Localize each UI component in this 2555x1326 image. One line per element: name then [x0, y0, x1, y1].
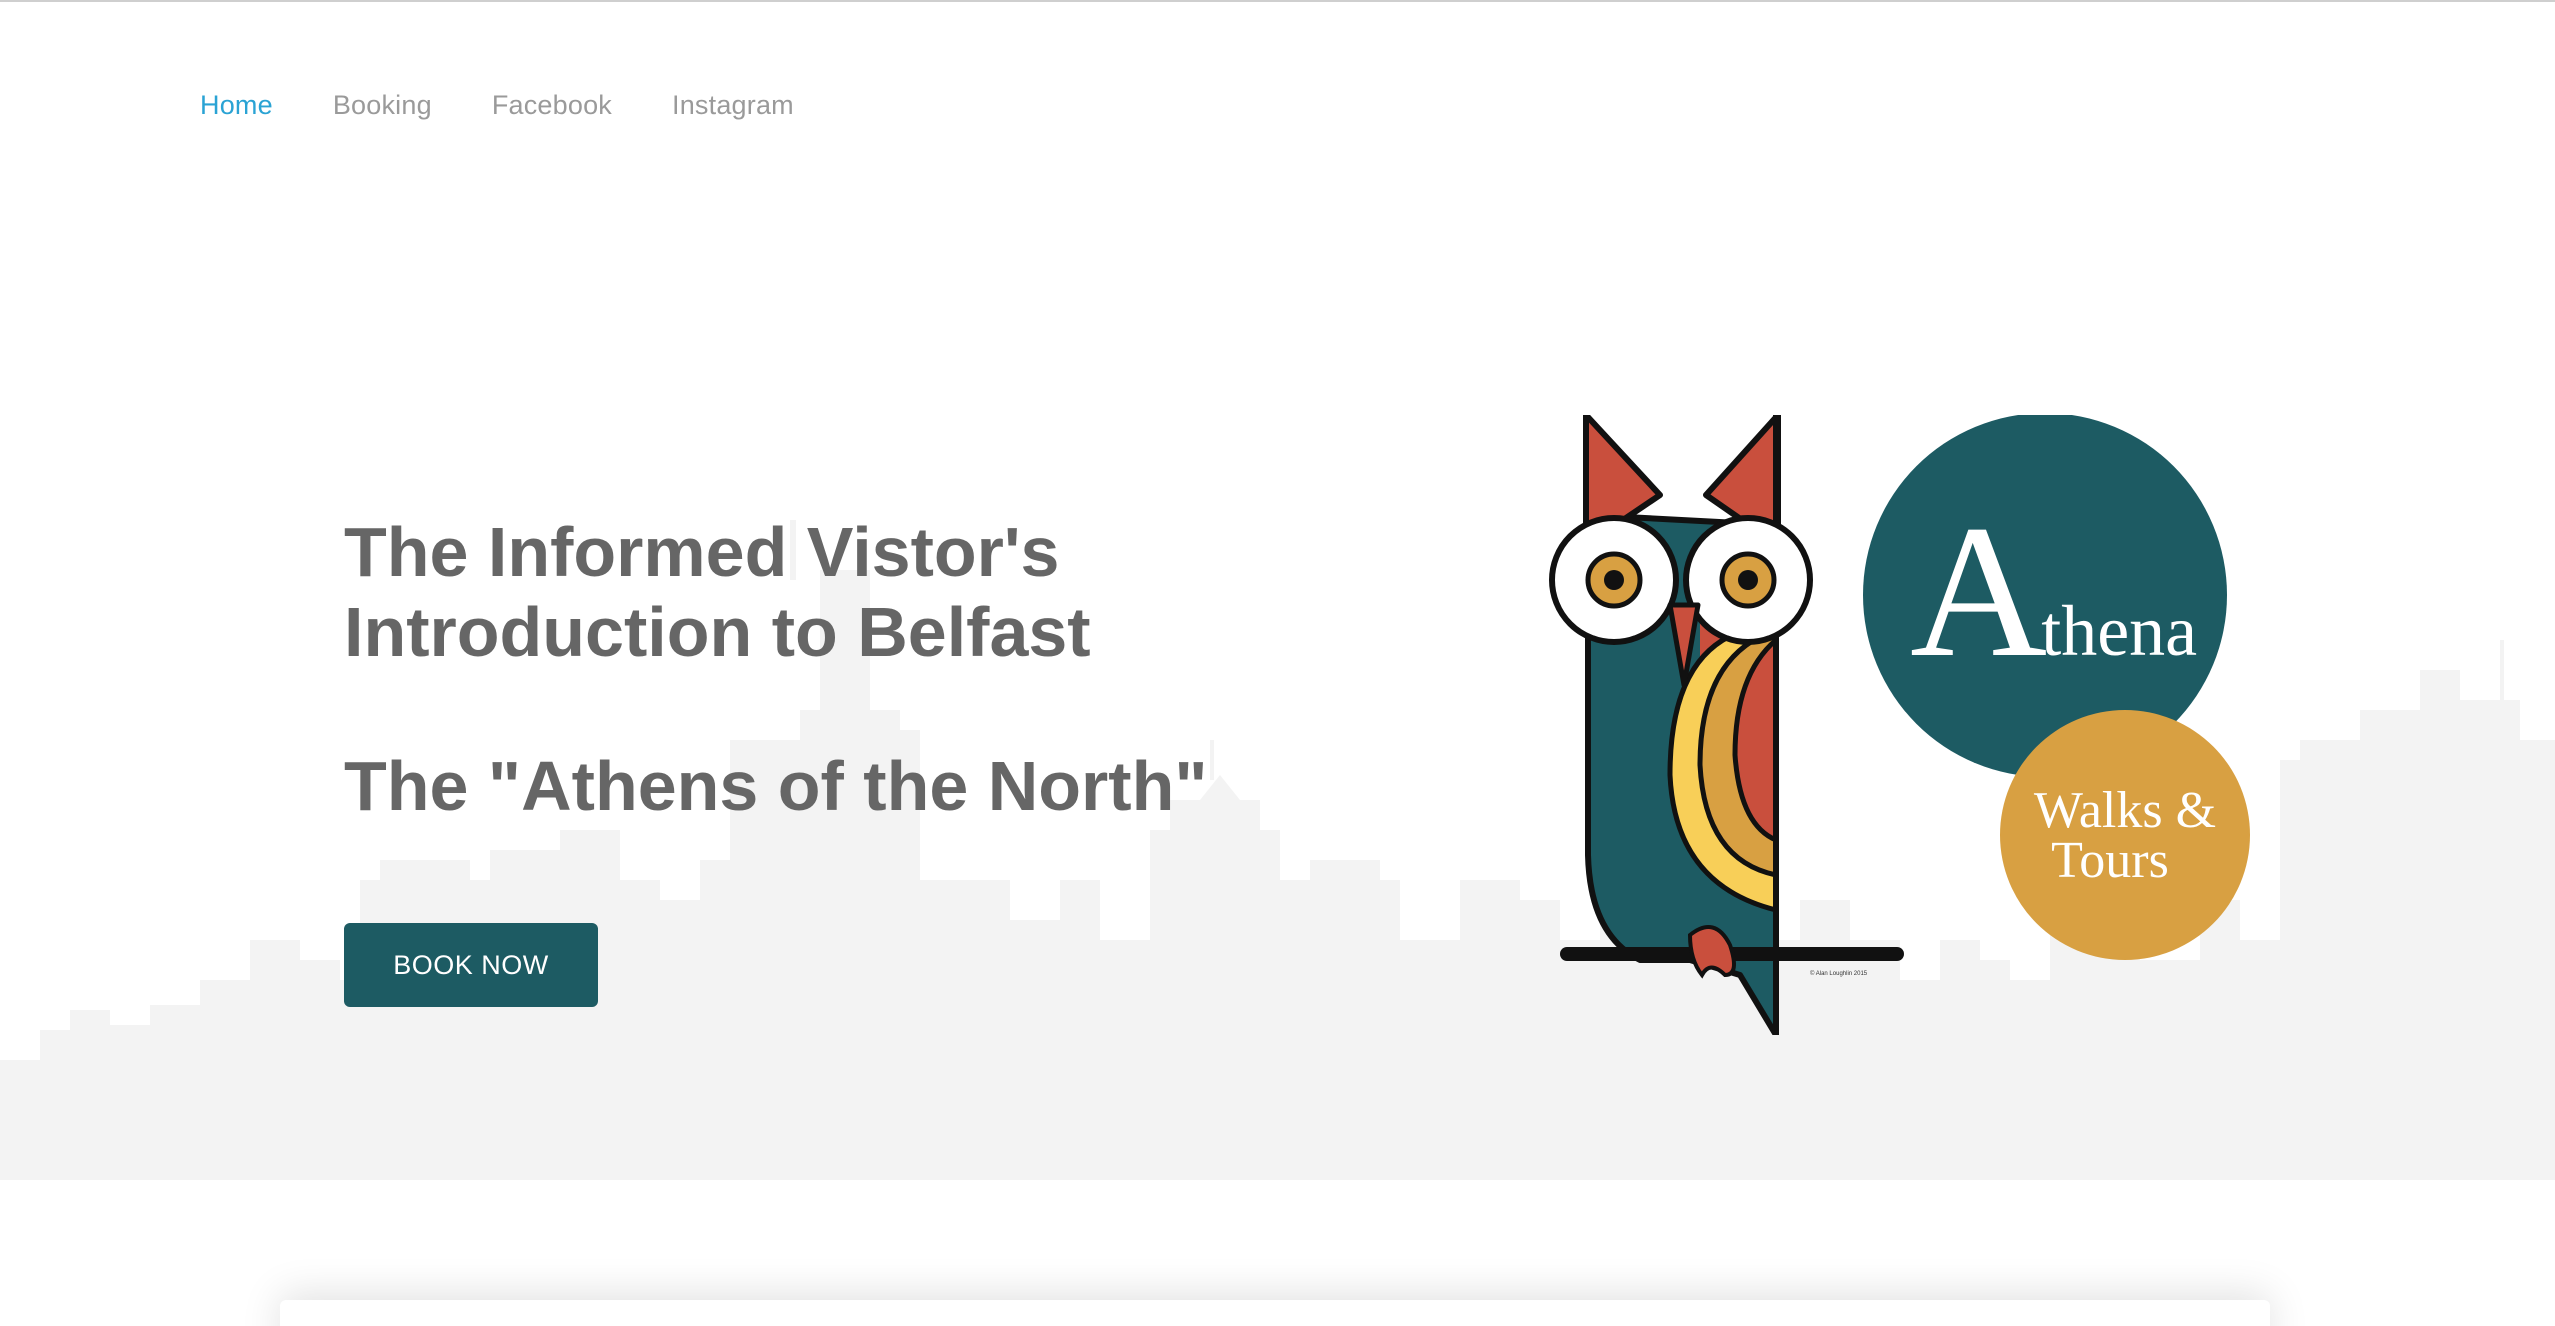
owl-icon: © Alan Loughlin 2015 — [1549, 415, 1904, 1035]
content-card — [280, 1300, 2270, 1326]
nav-item-facebook[interactable]: Facebook — [492, 90, 612, 121]
logo-tagline-line1: Walks & — [2034, 782, 2216, 839]
top-divider — [0, 0, 2555, 2]
hero-headline: The Informed Vistor's Introduction to Be… — [344, 512, 1244, 672]
page: Home Booking Facebook Instagram The Info… — [0, 0, 2555, 1326]
nav-item-booking[interactable]: Booking — [333, 90, 432, 121]
logo-brand-rest: thena — [2041, 591, 2197, 671]
book-now-button[interactable]: BOOK NOW — [344, 923, 598, 1007]
nav-item-home[interactable]: Home — [200, 90, 273, 121]
logo-credit: © Alan Loughlin 2015 — [1810, 970, 1868, 977]
hero-section: The Informed Vistor's Introduction to Be… — [0, 240, 2555, 1180]
hero-headline-line2: Introduction to Belfast — [344, 593, 1091, 671]
hero-headline-line1: The Informed Vistor's — [344, 513, 1060, 591]
nav-item-instagram[interactable]: Instagram — [672, 90, 794, 121]
athena-logo: © Alan Loughlin 2015 Athena Walks & Tour… — [1549, 415, 2250, 1035]
logo-tagline-line2: Tours — [2051, 832, 2169, 889]
main-nav: Home Booking Facebook Instagram — [200, 90, 794, 121]
hero-subheadline: The "Athens of the North" — [344, 747, 1208, 825]
athena-wordmark: Athena Walks & Tours — [1863, 415, 2250, 960]
